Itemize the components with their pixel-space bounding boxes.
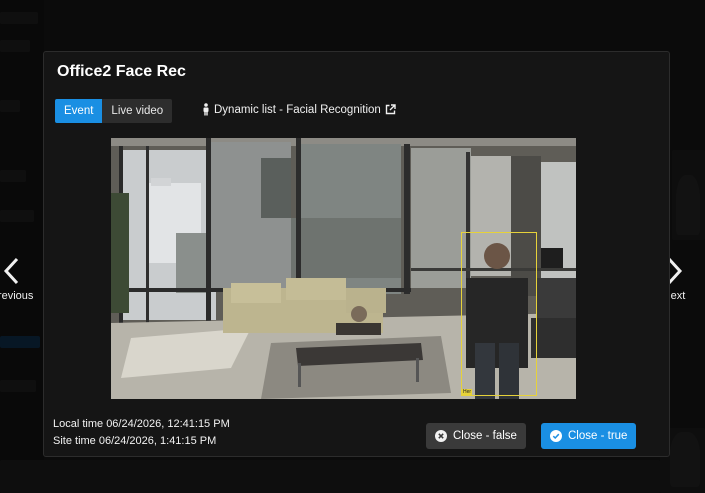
close-true-button[interactable]: Close - true <box>541 423 637 449</box>
previous-label: Previous <box>0 290 34 302</box>
previous-button[interactable]: Previous <box>0 256 42 302</box>
tab-event[interactable]: Event <box>55 99 103 123</box>
face-detection-box: Her <box>461 232 537 396</box>
detection-tag: Her <box>462 389 473 395</box>
close-circle-icon <box>435 430 447 442</box>
event-modal: Office2 Face Rec Event Live video Dynami… <box>43 51 670 457</box>
chevron-left-icon <box>3 257 19 285</box>
close-true-label: Close - true <box>568 430 628 442</box>
local-time: Local time 06/24/2026, 12:41:15 PM <box>53 418 230 430</box>
modal-title: Office2 Face Rec <box>57 63 186 80</box>
external-link-icon <box>385 104 396 115</box>
dynamic-list-label: Dynamic list - Facial Recognition <box>214 103 381 116</box>
tab-live-video[interactable]: Live video <box>102 99 173 123</box>
view-tabs: Event Live video <box>55 99 173 123</box>
event-times: Local time 06/24/2026, 12:41:15 PM Site … <box>53 416 230 450</box>
dynamic-list-link[interactable]: Dynamic list - Facial Recognition <box>202 103 396 116</box>
person-icon <box>203 103 209 116</box>
site-time: Site time 06/24/2026, 1:41:15 PM <box>53 435 217 447</box>
close-false-label: Close - false <box>453 430 517 442</box>
check-circle-icon <box>550 430 562 442</box>
camera-snapshot: Her <box>111 138 576 399</box>
close-false-button[interactable]: Close - false <box>426 423 526 449</box>
